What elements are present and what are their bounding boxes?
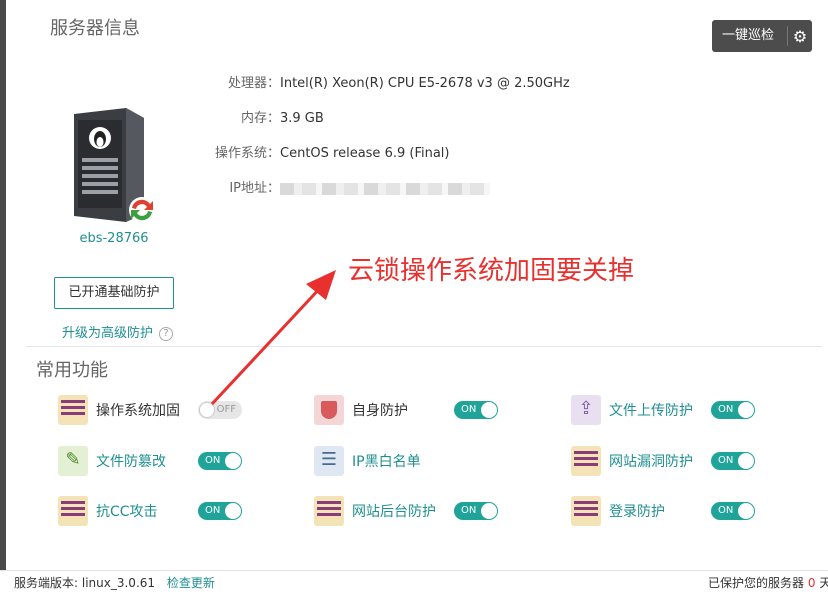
admin-backend-toggle[interactable]: ON [454, 502, 498, 520]
server-info-title: 服务器信息 [50, 18, 140, 39]
protected-count: 0 [807, 576, 816, 590]
basic-protection-button[interactable]: 已开通基础防护 [54, 277, 174, 309]
feature-self-protection: 自身防护 ON [314, 394, 498, 426]
section-divider [26, 346, 822, 347]
firewall-icon [314, 496, 344, 526]
protected-suffix: 天 [819, 576, 828, 590]
file-tamper-toggle[interactable]: ON [198, 452, 242, 470]
protected-text: 已保护您的服务器 [708, 576, 805, 590]
memory-label: 内存： [240, 111, 280, 126]
common-functions-title: 常用功能 [36, 360, 108, 381]
feature-label: 自身防护 [352, 403, 408, 419]
anti-cc-toggle[interactable]: ON [198, 502, 242, 520]
version-value: linux_3.0.61 [81, 576, 156, 590]
feature-label[interactable]: 文件防篡改 [96, 451, 192, 471]
check-update-link[interactable]: 检查更新 [167, 576, 215, 590]
version-info: 服务端版本: linux_3.0.61 检查更新 [14, 571, 215, 595]
feature-anti-cc: 抗CC攻击 ON [58, 495, 242, 527]
os-value: CentOS release 6.9 (Final) [280, 146, 450, 161]
firewall-icon [58, 395, 88, 425]
firewall-icon [58, 496, 88, 526]
file-upload-protection-toggle[interactable]: ON [711, 401, 755, 419]
server-name: ebs-28766 [79, 231, 149, 246]
cpu-label: 处理器： [227, 76, 280, 91]
ip-label: IP地址： [229, 181, 280, 196]
feature-login-protection: 登录防护 ON [571, 495, 755, 527]
feature-label[interactable]: 抗CC攻击 [96, 501, 192, 521]
status-footer: 服务端版本: linux_3.0.61 检查更新 已保护您的服务器 0 天 [0, 570, 828, 597]
feature-label: 操作系统加固 [96, 403, 180, 419]
gear-icon[interactable]: ⚙ [788, 27, 812, 46]
cpu-row: 处理器：Intel(R) Xeon(R) CPU E5-2678 v3 @ 2.… [200, 72, 570, 91]
login-protection-toggle[interactable]: ON [711, 502, 755, 520]
memory-row: 内存：3.9 GB [200, 107, 324, 126]
window-left-edge [0, 0, 6, 570]
feature-label[interactable]: 网站后台防护 [352, 501, 448, 521]
feature-os-hardening: 操作系统加固 OFF [58, 394, 242, 426]
version-label: 服务端版本: [14, 576, 79, 590]
help-icon[interactable]: ? [159, 326, 174, 341]
firewall-icon [571, 446, 601, 476]
inspect-button-label: 一键巡检 [712, 26, 788, 46]
server-tower-icon [74, 108, 155, 223]
self-protection-toggle[interactable]: ON [454, 401, 498, 419]
cpu-value: Intel(R) Xeon(R) CPU E5-2678 v3 @ 2.50GH… [280, 76, 570, 91]
feature-web-vuln-protection: 网站漏洞防护 ON [571, 445, 755, 477]
upgrade-link[interactable]: 升级为高级防护? [62, 322, 174, 341]
os-hardening-toggle[interactable]: OFF [198, 401, 242, 419]
feature-label[interactable]: 网站漏洞防护 [609, 451, 705, 471]
document-edit-icon [58, 446, 88, 476]
os-row: 操作系统：CentOS release 6.9 (Final) [200, 142, 450, 161]
protected-days: 已保护您的服务器 0 天 [708, 571, 828, 595]
one-click-inspect-button[interactable]: 一键巡检 ⚙ [712, 20, 812, 52]
feature-file-tamper-protection: 文件防篡改 ON [58, 445, 242, 477]
shield-icon [314, 395, 344, 425]
os-label: 操作系统： [214, 146, 280, 161]
feature-ip-blacklist: IP黑白名单 [314, 445, 448, 477]
web-vuln-toggle[interactable]: ON [711, 452, 755, 470]
memory-value: 3.9 GB [280, 111, 324, 126]
ip-value-redacted [280, 182, 490, 195]
feature-admin-backend-protection: 网站后台防护 ON [314, 495, 498, 527]
feature-label[interactable]: IP黑白名单 [352, 451, 448, 471]
firewall-icon [571, 496, 601, 526]
list-icon [314, 446, 344, 476]
feature-label[interactable]: 登录防护 [609, 501, 705, 521]
upgrade-link-label: 升级为高级防护 [62, 326, 154, 341]
ip-row: IP地址： [200, 177, 490, 196]
feature-file-upload-protection: 文件上传防护 ON [571, 394, 755, 426]
upload-icon [571, 395, 601, 425]
annotation-text: 云锁操作系统加固要关掉 [348, 256, 635, 286]
feature-label[interactable]: 文件上传防护 [609, 400, 705, 420]
